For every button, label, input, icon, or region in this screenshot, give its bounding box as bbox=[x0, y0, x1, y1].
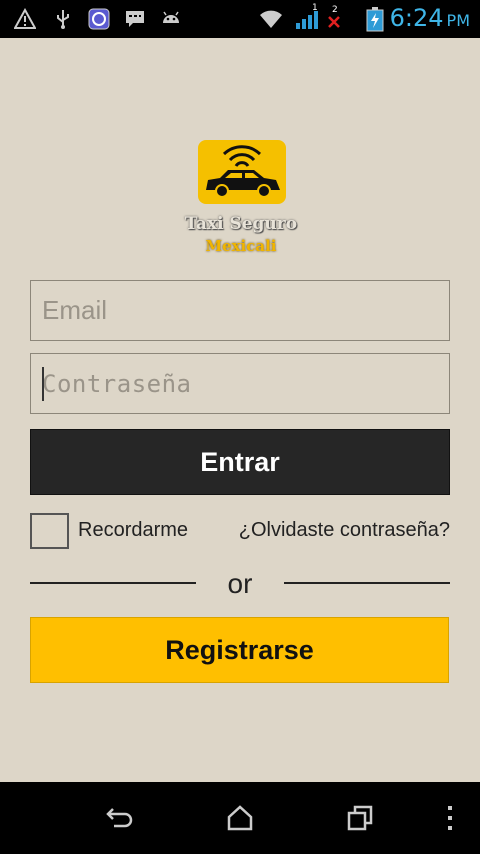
password-input[interactable] bbox=[31, 354, 449, 413]
divider-right bbox=[284, 582, 450, 584]
recents-button[interactable] bbox=[340, 800, 380, 836]
android-icon bbox=[163, 11, 179, 23]
usb-icon bbox=[57, 10, 69, 29]
recents-icon bbox=[347, 805, 373, 831]
clock-time: 6:24 bbox=[389, 4, 444, 32]
home-button[interactable] bbox=[220, 800, 260, 836]
back-button[interactable] bbox=[100, 800, 140, 836]
no-signal-icon bbox=[328, 16, 340, 28]
email-input[interactable] bbox=[31, 281, 449, 340]
text-cursor bbox=[42, 367, 44, 401]
login-button[interactable]: Entrar bbox=[30, 429, 450, 495]
taxi-car-icon bbox=[206, 145, 280, 198]
warning-icon bbox=[14, 8, 36, 29]
remember-checkbox[interactable] bbox=[30, 513, 69, 549]
password-field[interactable] bbox=[30, 353, 450, 414]
sim1-label: 1 bbox=[312, 3, 318, 13]
logo-title: Taxi Seguro bbox=[184, 214, 298, 234]
app-logo: Taxi Seguro Mexicali bbox=[180, 140, 302, 260]
menu-icon bbox=[448, 806, 452, 830]
remember-label[interactable]: Recordarme bbox=[78, 519, 188, 542]
menu-button[interactable] bbox=[430, 800, 470, 836]
home-icon bbox=[227, 805, 253, 831]
forgot-password-link[interactable]: ¿Olvidaste contraseña? bbox=[239, 519, 450, 542]
navigation-bar bbox=[0, 782, 480, 854]
email-field[interactable] bbox=[30, 280, 450, 341]
divider-left bbox=[30, 582, 196, 584]
chat-icon bbox=[126, 11, 144, 27]
logo-subtitle: Mexicali bbox=[205, 237, 277, 255]
clock-ampm: PM bbox=[446, 11, 470, 30]
taxi-logo-badge bbox=[198, 140, 286, 204]
login-screen: Taxi Seguro Mexicali Entrar Recordarme ¿… bbox=[0, 38, 480, 782]
register-button[interactable]: Registrarse bbox=[30, 617, 449, 683]
status-bar: 1 2 6:24 PM bbox=[0, 0, 480, 38]
divider-or-text: or bbox=[227, 568, 253, 599]
clock: 6:24 PM bbox=[390, 4, 470, 32]
battery-charging-icon bbox=[366, 7, 384, 32]
wifi-icon bbox=[260, 10, 282, 28]
app-notification-icon bbox=[88, 8, 110, 30]
back-icon bbox=[106, 808, 133, 828]
